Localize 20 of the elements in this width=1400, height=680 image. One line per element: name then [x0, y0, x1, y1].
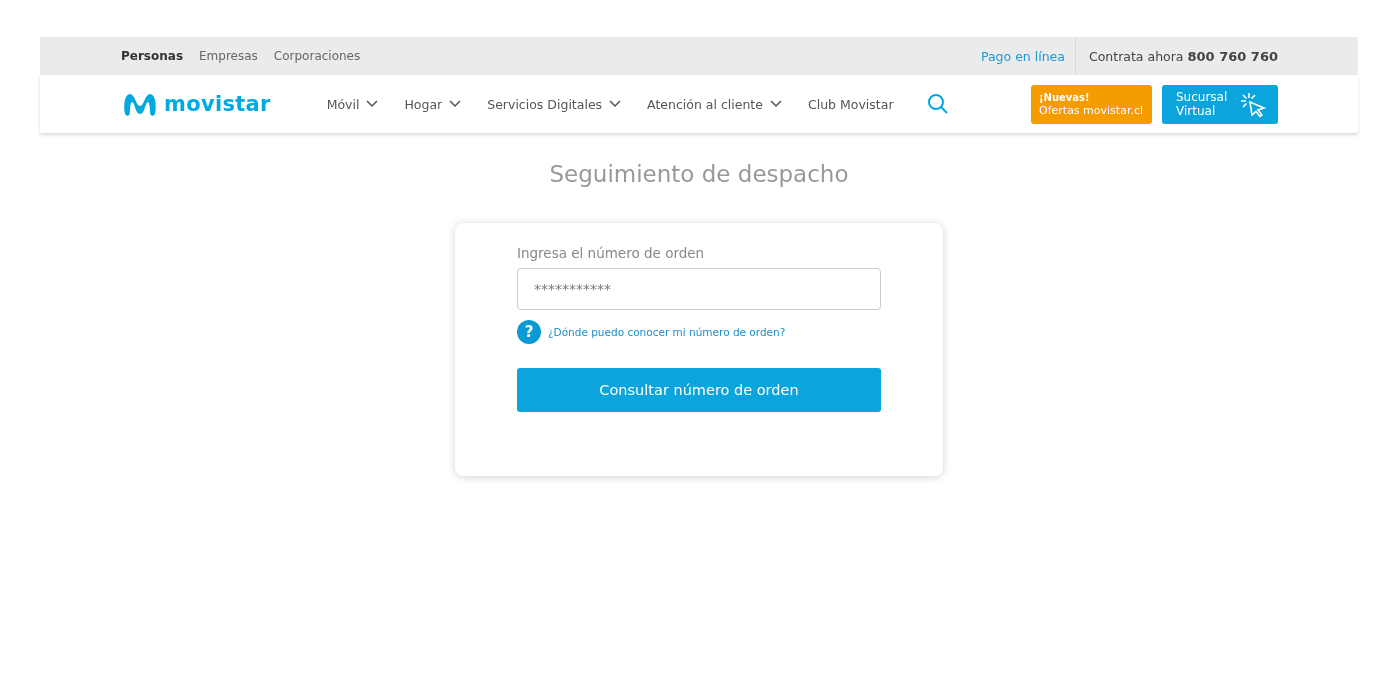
- contact-phone: 800 760 760: [1187, 48, 1278, 64]
- nav-item[interactable]: Servicios Digitales: [487, 96, 622, 112]
- virtual-branch-button[interactable]: Sucursal Virtual: [1162, 84, 1278, 124]
- nav-item[interactable]: Atención al cliente: [647, 96, 782, 112]
- contact-label: Contrata ahora: [1088, 48, 1184, 64]
- search-icon[interactable]: [926, 93, 949, 115]
- nav-item[interactable]: Club Movistar: [807, 96, 894, 112]
- segment-tab[interactable]: Corporaciones: [273, 37, 361, 75]
- movistar-logo[interactable]: movistar: [121, 90, 271, 118]
- help-mark: ?: [517, 320, 541, 344]
- order-number-field[interactable]: ***********: [517, 268, 881, 310]
- nav-item[interactable]: Móvil: [326, 96, 379, 112]
- field-label: Ingresa el número de orden: [517, 245, 706, 261]
- page-title: Seguimiento de despacho: [548, 161, 850, 187]
- submit-button[interactable]: Consultar número de orden: [517, 368, 881, 412]
- nav-item[interactable]: Hogar: [404, 96, 462, 112]
- help-link[interactable]: ¿Dónde puedo conocer mi número de orden?: [548, 326, 786, 338]
- segment-tab[interactable]: Personas: [121, 37, 184, 75]
- segment-tab[interactable]: Empresas: [199, 37, 258, 75]
- cursor-click-icon: [1238, 90, 1266, 118]
